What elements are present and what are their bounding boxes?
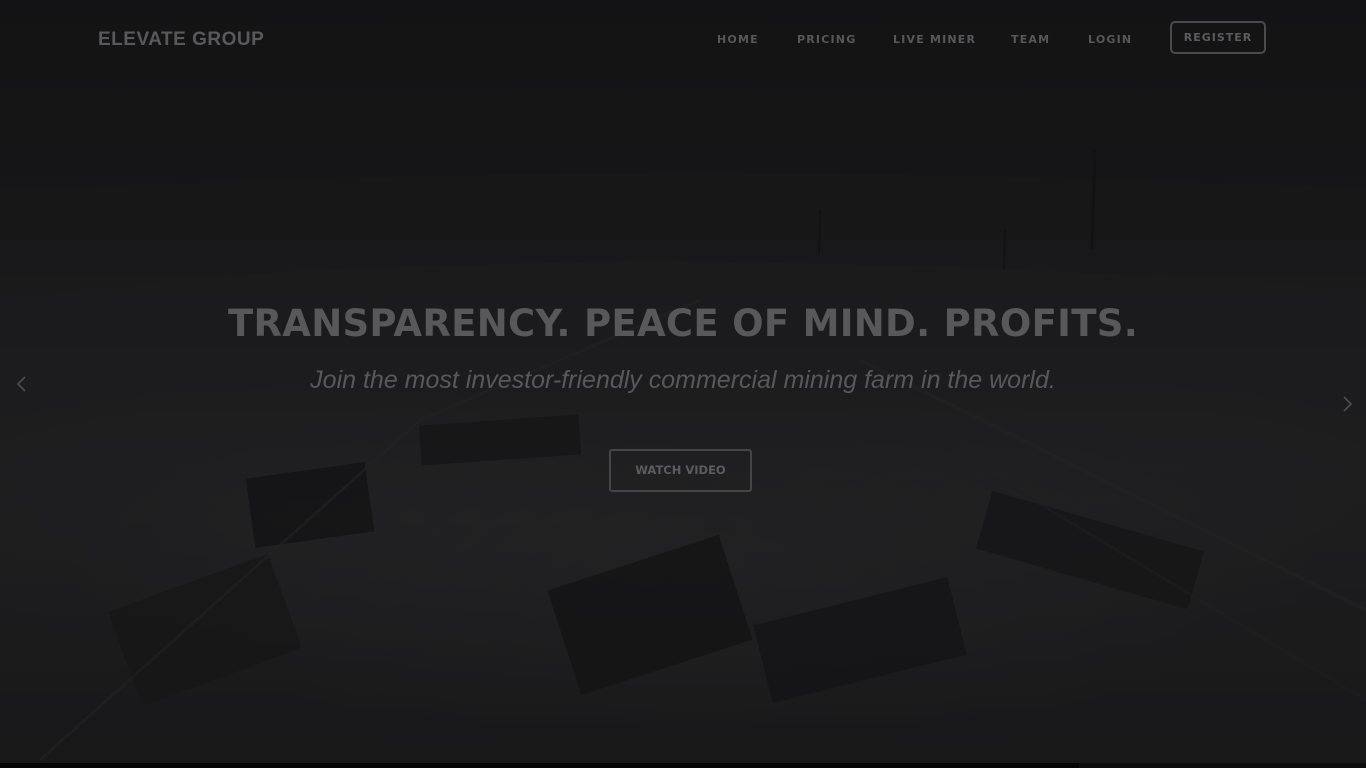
- hero-subheadline: Join the most investor-friendly commerci…: [310, 366, 1056, 394]
- page: ELEVATE GROUP HOME PRICING LIVE MINER TE…: [0, 0, 1366, 768]
- site-header: ELEVATE GROUP HOME PRICING LIVE MINER TE…: [0, 0, 1366, 80]
- slide-progress-bar: [0, 763, 1366, 768]
- hero-headline: TRANSPARENCY. PEACE OF MIND. PROFITS.: [227, 302, 1139, 345]
- watch-video-button[interactable]: WATCH VIDEO: [609, 449, 752, 492]
- nav-item-live-miner[interactable]: LIVE MINER: [893, 33, 976, 46]
- slide-progress-fill: [0, 763, 1080, 768]
- nav-item-team[interactable]: TEAM: [1011, 33, 1050, 46]
- chevron-right-icon[interactable]: [1337, 389, 1357, 419]
- chevron-left-icon[interactable]: [12, 369, 32, 399]
- nav-item-home[interactable]: HOME: [717, 33, 759, 46]
- nav-item-login[interactable]: LOGIN: [1088, 33, 1132, 46]
- brand-logo[interactable]: ELEVATE GROUP: [98, 29, 264, 51]
- register-button[interactable]: REGISTER: [1170, 21, 1266, 54]
- nav-item-pricing[interactable]: PRICING: [797, 33, 856, 46]
